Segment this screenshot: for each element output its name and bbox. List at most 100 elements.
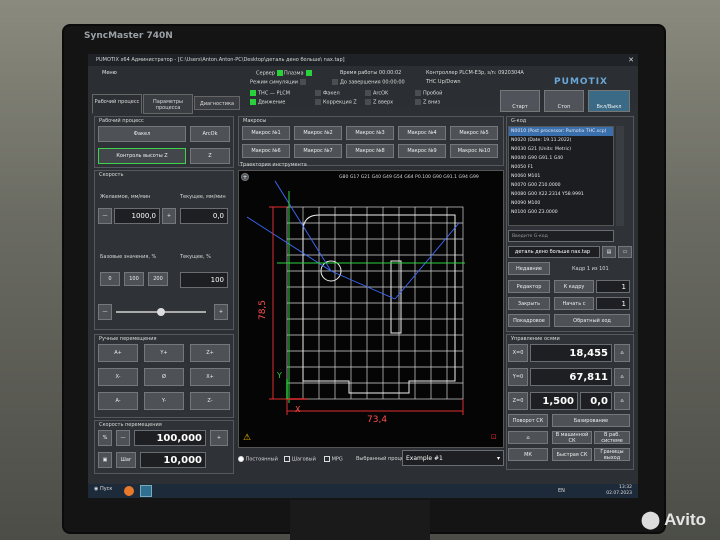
jog-a-plus-button[interactable]: A+ [98, 344, 138, 362]
start-button[interactable]: Старт [500, 90, 540, 112]
close-icon[interactable]: ✕ [628, 54, 634, 66]
macro-button-7[interactable]: Макрос №7 [294, 144, 342, 158]
fast-cs-button[interactable]: Быстрая СК [552, 448, 592, 461]
macro-button-10[interactable]: Макрос №10 [450, 144, 498, 158]
start-from-field[interactable]: 1 [596, 297, 630, 310]
pct-toggle-button[interactable]: % [98, 430, 112, 446]
move-speed-plus-button[interactable]: + [210, 430, 228, 446]
home-x-icon[interactable]: ⌂ [614, 344, 630, 362]
gcode-line[interactable]: N0030 G21 (Units: Metric) [509, 145, 613, 154]
gcode-line[interactable]: N0100 G00 Z3.0000 [509, 208, 613, 217]
gcode-scrollbar[interactable] [616, 126, 624, 226]
limits-button[interactable]: Границы выход [594, 448, 630, 461]
fit-view-icon[interactable]: ⊡ [491, 433, 497, 441]
zero-y-button[interactable]: Y=0 [508, 368, 528, 386]
move-speed-minus-button[interactable]: — [116, 430, 130, 446]
folder-icon[interactable]: ▭ [618, 246, 632, 258]
gcode-line[interactable]: N0060 M101 [509, 172, 613, 181]
gcode-line[interactable]: N0070 G00 Z10.0000 [509, 181, 613, 190]
z-button[interactable]: Z [190, 148, 230, 164]
desired-speed-field[interactable]: 1000,0 [114, 208, 160, 224]
tab-diagnostics[interactable]: Диагностика [194, 96, 240, 110]
start-from-button[interactable]: Начать с [554, 297, 594, 310]
mode-stepwise[interactable]: Шаговый [284, 456, 316, 463]
recent-button[interactable]: Недавние [508, 262, 550, 275]
macro-button-6[interactable]: Макрос №6 [242, 144, 290, 158]
step-label[interactable]: Шаг [116, 452, 136, 468]
single-block-button[interactable]: Покадровое [508, 314, 550, 327]
mode-mpg[interactable]: MPG [324, 456, 343, 463]
tab-workflow[interactable]: Рабочий процесс [92, 94, 142, 114]
macro-button-4[interactable]: Макрос №4 [398, 126, 446, 140]
clock[interactable]: 13:32 02.07.2023 [606, 485, 632, 497]
speed-plus-button[interactable]: + [162, 208, 176, 224]
preset-0-button[interactable]: 0 [100, 272, 120, 286]
home-y-icon[interactable]: ⌂ [614, 368, 630, 386]
macro-button-9[interactable]: Макрос №9 [398, 144, 446, 158]
gcode-line[interactable]: N0050 F1 [509, 163, 613, 172]
machine-cs-button[interactable]: В машинной СК [552, 431, 592, 444]
step-field[interactable]: 10,000 [140, 452, 206, 468]
pct-plus-button[interactable]: + [214, 304, 228, 320]
macro-button-3[interactable]: Макрос №3 [346, 126, 394, 140]
gcode-line[interactable]: N0080 G00 X22.2314 Y58.9991 [509, 190, 613, 199]
mode-continuous[interactable]: Постоянный [238, 456, 278, 463]
editor-button[interactable]: Редактор [508, 280, 550, 293]
homing-button[interactable]: Базирование [552, 414, 630, 427]
firefox-icon[interactable] [124, 486, 134, 496]
stop-button[interactable]: Стоп [544, 90, 584, 112]
rotate-cs-button[interactable]: Поворот СК [508, 414, 548, 427]
preset-200-button[interactable]: 200 [148, 272, 168, 286]
language-indicator[interactable]: EN [558, 488, 565, 494]
tab-process-params[interactable]: Параметры процесса [143, 94, 193, 114]
jog-stop-button[interactable]: Ø [144, 368, 184, 386]
to-frame-button[interactable]: К кадру [554, 280, 594, 293]
gcode-input[interactable]: Введите G-код [508, 230, 614, 242]
pumotix-icon[interactable] [140, 485, 152, 497]
zero-x-button[interactable]: X=0 [508, 344, 528, 362]
jog-a-minus-button[interactable]: A- [98, 392, 138, 410]
macro-button-1[interactable]: Макрос №1 [242, 126, 290, 140]
reverse-button[interactable]: Обратный ход [554, 314, 630, 327]
speed-minus-button[interactable]: — [98, 208, 112, 224]
close-file-button[interactable]: Закрыть [508, 297, 550, 310]
gcode-line[interactable]: N0010 (Post processor: Pumotix THC.scp) [509, 127, 613, 136]
trajectory-canvas[interactable]: G80 G17 G21 G40 G49 G54 G64 P0.100 G90 G… [238, 170, 504, 448]
jog-x-plus-button[interactable]: X+ [190, 368, 230, 386]
move-speed-field[interactable]: 100,000 [134, 430, 206, 446]
power-button[interactable]: Вкл/Выкл [588, 90, 630, 112]
macro-button-2[interactable]: Макрос №2 [294, 126, 342, 140]
speed-slider[interactable] [116, 308, 206, 316]
torch-button[interactable]: Факел [98, 126, 186, 142]
step-toggle-icon[interactable]: ▣ [98, 452, 112, 468]
jog-x-minus-button[interactable]: X- [98, 368, 138, 386]
preset-100-button[interactable]: 100 [124, 272, 144, 286]
gcode-line[interactable]: N0020 (Date: 19.11.2022) [509, 136, 613, 145]
pct-minus-button[interactable]: — [98, 304, 112, 320]
zero-z-button[interactable]: Z=0 [508, 392, 528, 410]
gcode-line[interactable]: N0040 G90 G91.1 G40 [509, 154, 613, 163]
macro-button-8[interactable]: Макрос №8 [346, 144, 394, 158]
process-select[interactable]: Example #1 ▾ [402, 450, 504, 466]
start-button[interactable]: ◉ Пуск [94, 486, 112, 492]
warning-icon[interactable]: ⚠ [243, 433, 251, 443]
jog-z-minus-button[interactable]: Z- [190, 392, 230, 410]
mcs-button[interactable]: МК [508, 448, 548, 461]
work-cs-button[interactable]: В раб. системе [594, 431, 630, 444]
jog-y-minus-button[interactable]: Y- [144, 392, 184, 410]
checkbox-icon[interactable] [324, 456, 330, 462]
slider-thumb[interactable] [157, 308, 165, 316]
arcok-button[interactable]: ArcOk [190, 126, 230, 142]
to-frame-field[interactable]: 1 [596, 280, 630, 293]
radio-icon[interactable] [238, 456, 244, 462]
checkbox-icon[interactable] [284, 456, 290, 462]
jog-z-plus-button[interactable]: Z+ [190, 344, 230, 362]
machine-cs-icon[interactable]: ⌂ [508, 431, 548, 444]
height-control-button[interactable]: Контроль высоты Z [98, 148, 186, 164]
open-folder-icon[interactable]: ▤ [602, 246, 616, 258]
gcode-line[interactable]: N0090 M100 [509, 199, 613, 208]
macro-button-5[interactable]: Макрос №5 [450, 126, 498, 140]
gcode-list[interactable]: N0010 (Post processor: Pumotix THC.scp) N… [508, 126, 614, 226]
jog-y-plus-button[interactable]: Y+ [144, 344, 184, 362]
menu-button[interactable]: Меню [102, 70, 117, 76]
